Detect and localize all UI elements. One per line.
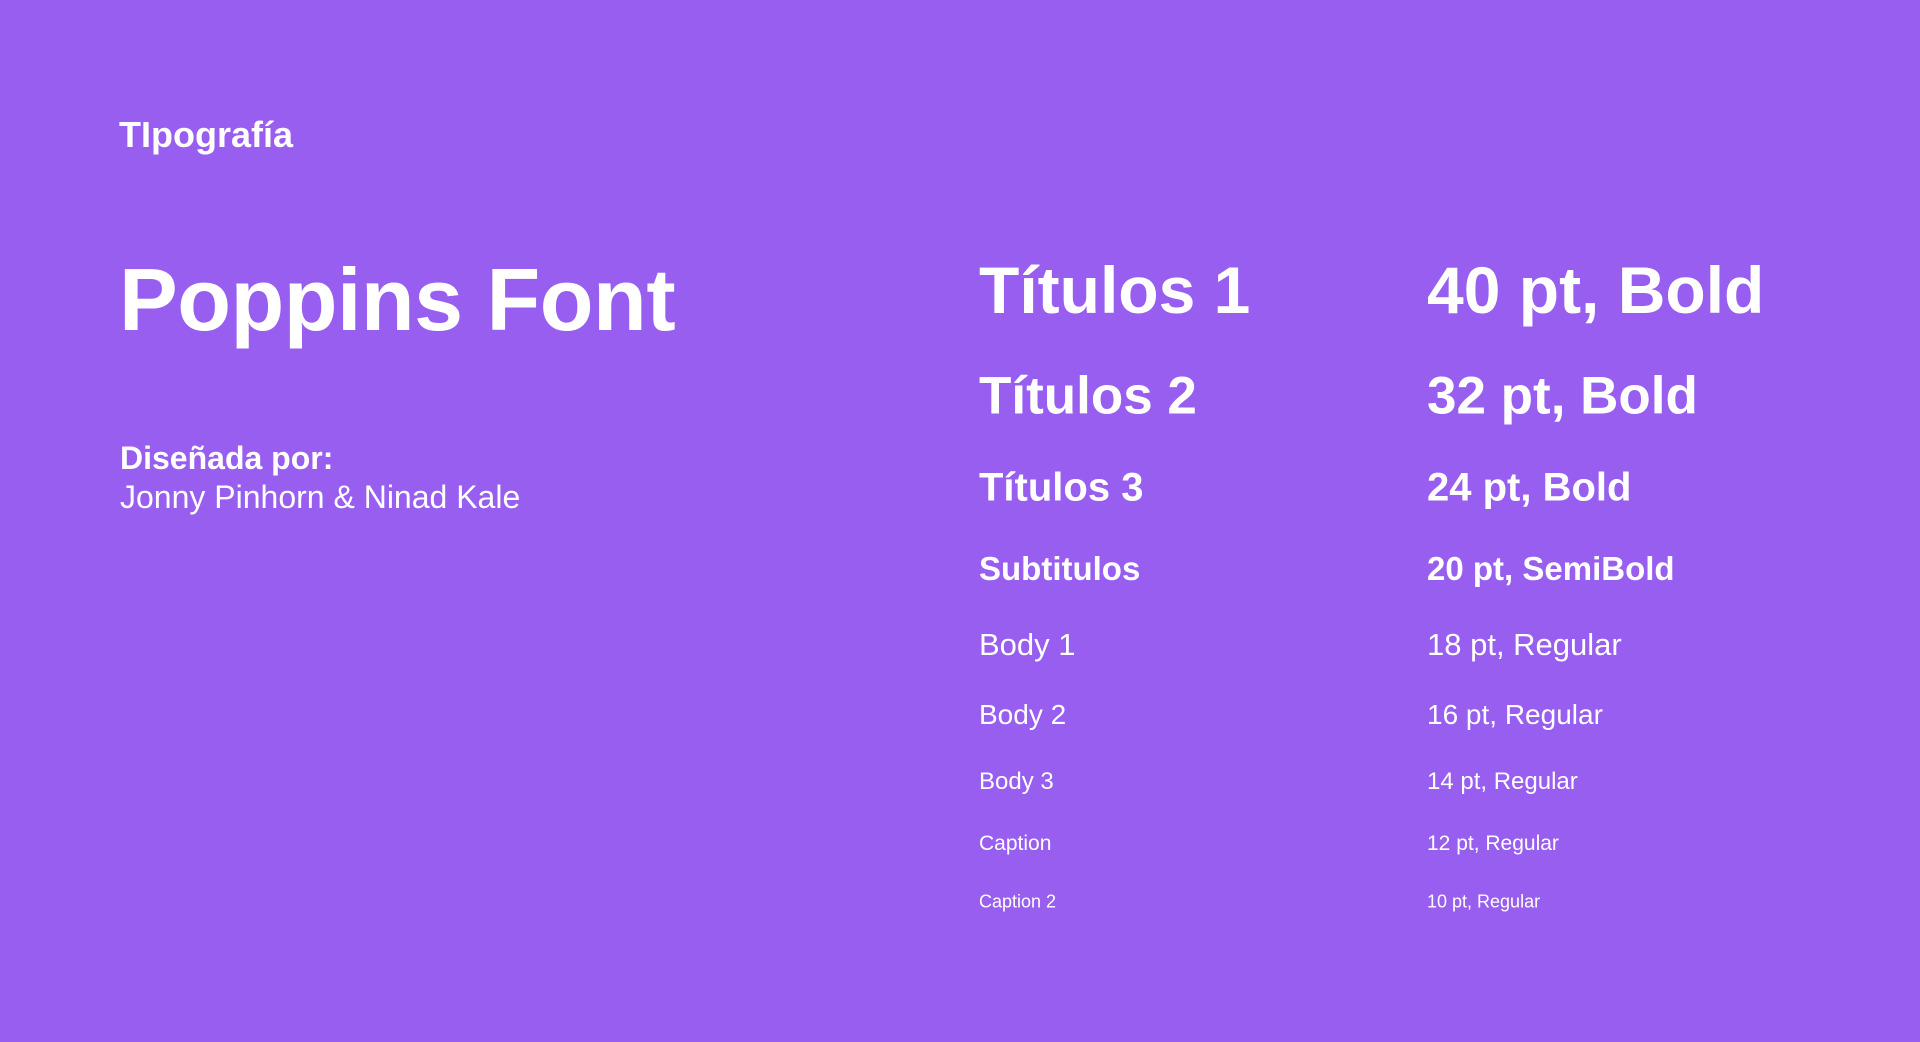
style-name-caption-2: Caption 2 [979,891,1057,912]
style-name-titulos-2: Títulos 2 [979,366,1197,426]
page-title: TIpografía [119,114,294,155]
style-spec-body-3: 14 pt, Regular [1427,768,1578,795]
style-spec-caption: 12 pt, Regular [1427,832,1559,855]
style-spec-titulos-2: 32 pt, Bold [1427,366,1698,426]
style-name-titulos-1: Títulos 1 [979,253,1251,327]
style-name-body-2: Body 2 [979,699,1067,730]
designed-by-label: Diseñada por: [120,440,334,476]
style-name-titulos-3: Títulos 3 [979,465,1144,510]
style-spec-titulos-3: 24 pt, Bold [1427,465,1632,510]
font-name-heading: Poppins Font [119,250,676,349]
style-spec-subtitulos: 20 pt, SemiBold [1427,550,1675,587]
typography-slide: { "header": { "title": "TIpografía" }, "… [0,0,1920,1042]
style-name-caption: Caption [979,832,1052,855]
style-name-body-1: Body 1 [979,627,1076,662]
style-name-subtitulos: Subtitulos [979,550,1141,587]
style-spec-titulos-1: 40 pt, Bold [1427,253,1765,327]
style-spec-body-2: 16 pt, Regular [1427,699,1603,730]
style-spec-caption-2: 10 pt, Regular [1427,891,1541,912]
style-spec-body-1: 18 pt, Regular [1427,627,1622,662]
designer-names: Jonny Pinhorn & Ninad Kale [120,479,521,515]
style-name-body-3: Body 3 [979,768,1054,795]
